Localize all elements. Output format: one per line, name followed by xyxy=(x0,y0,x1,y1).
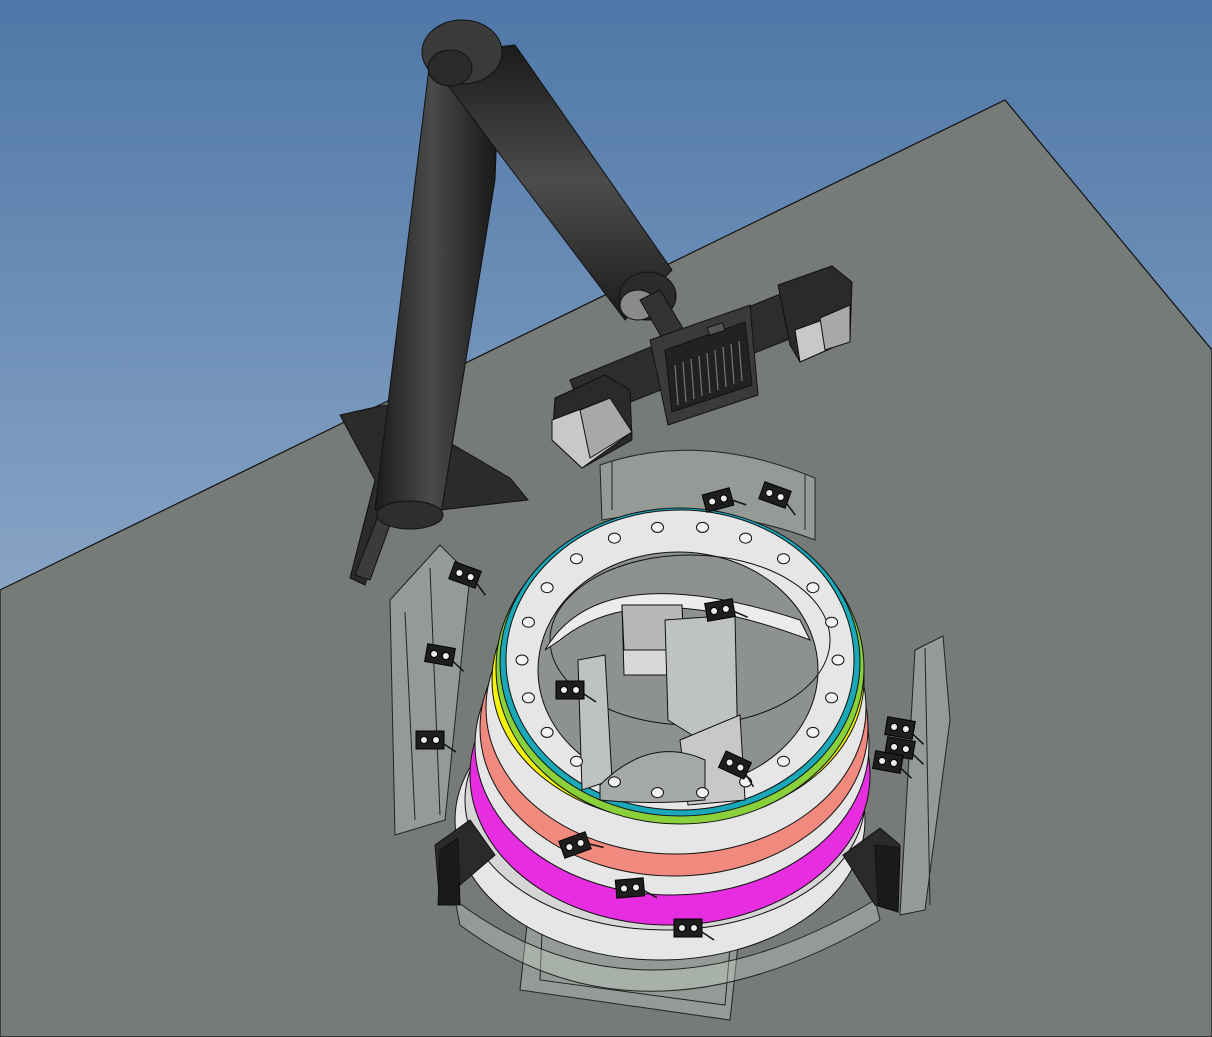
flange-hole xyxy=(651,521,664,533)
flange-hole xyxy=(521,616,535,628)
flange-hole xyxy=(540,582,554,594)
flange-hole xyxy=(696,787,709,799)
flange-hole xyxy=(570,755,583,767)
flange-hole xyxy=(521,692,535,704)
flange-hole xyxy=(570,553,583,565)
flange-hole xyxy=(777,755,790,767)
flange-hole xyxy=(651,787,664,799)
flange-hole xyxy=(607,776,621,788)
flange-hole xyxy=(540,726,554,738)
flange-hole xyxy=(515,654,529,666)
cad-viewport[interactable] xyxy=(0,0,1212,1037)
flange-hole xyxy=(806,726,820,738)
scene-canvas[interactable] xyxy=(0,0,1212,1037)
flange-hole xyxy=(806,582,820,594)
flange-hole xyxy=(825,692,839,704)
flange-hole xyxy=(696,521,709,533)
robot-shoulder-cap xyxy=(427,49,473,87)
flange-hole xyxy=(825,616,839,628)
flange-hole xyxy=(739,532,753,544)
flange-hole xyxy=(777,553,790,565)
flange-hole xyxy=(607,532,621,544)
flange-hole xyxy=(831,654,845,666)
robot-lower-arm-base-cap xyxy=(376,500,444,530)
